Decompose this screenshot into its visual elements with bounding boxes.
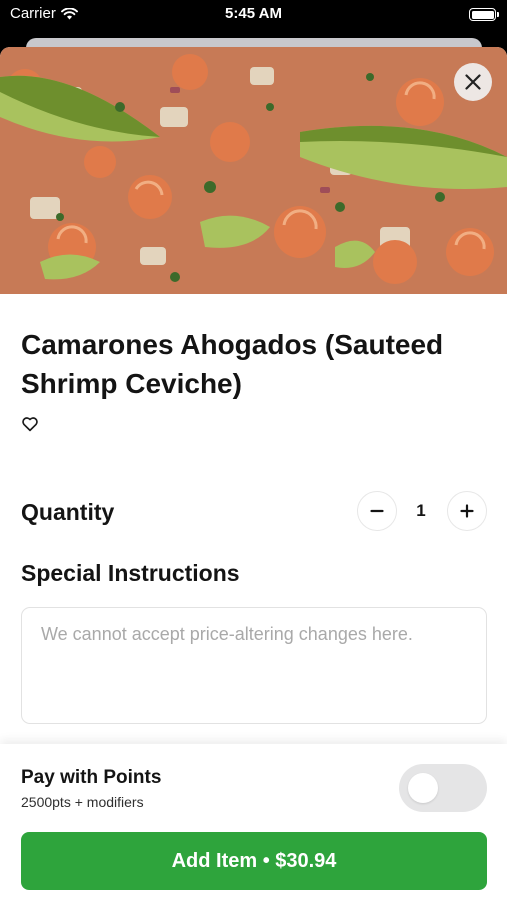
special-instructions-field xyxy=(21,607,487,724)
checkout-footer: Pay with Points 2500pts + modifiers Add … xyxy=(0,744,507,900)
hero-image xyxy=(0,47,507,294)
special-instructions-input[interactable] xyxy=(41,622,467,709)
quantity-label: Quantity xyxy=(21,499,115,525)
close-icon xyxy=(465,74,481,90)
heart-outline-icon xyxy=(22,417,38,432)
favorite-button[interactable] xyxy=(21,415,39,433)
status-time: 5:45 AM xyxy=(225,5,282,22)
minus-icon xyxy=(370,509,384,513)
toggle-knob xyxy=(408,773,438,803)
quantity-increase-button[interactable] xyxy=(447,491,487,531)
quantity-value: 1 xyxy=(416,501,426,520)
pay-with-points-subtitle: 2500pts + modifiers xyxy=(21,794,144,810)
special-instructions-label: Special Instructions xyxy=(21,560,240,586)
pay-with-points-toggle[interactable] xyxy=(399,764,487,812)
plus-icon xyxy=(460,504,474,518)
status-bar: Carrier 5:45 AM xyxy=(0,0,507,30)
item-title: Camarones Ahogados (Sauteed Shrimp Cevic… xyxy=(21,329,444,399)
close-button[interactable] xyxy=(454,63,492,101)
pay-with-points-label: Pay with Points xyxy=(21,767,162,788)
quantity-decrease-button[interactable] xyxy=(357,491,397,531)
item-detail-sheet: Camarones Ahogados (Sauteed Shrimp Cevic… xyxy=(0,47,507,900)
add-item-button[interactable]: Add Item • $30.94 xyxy=(21,832,487,890)
battery-icon xyxy=(469,8,499,21)
